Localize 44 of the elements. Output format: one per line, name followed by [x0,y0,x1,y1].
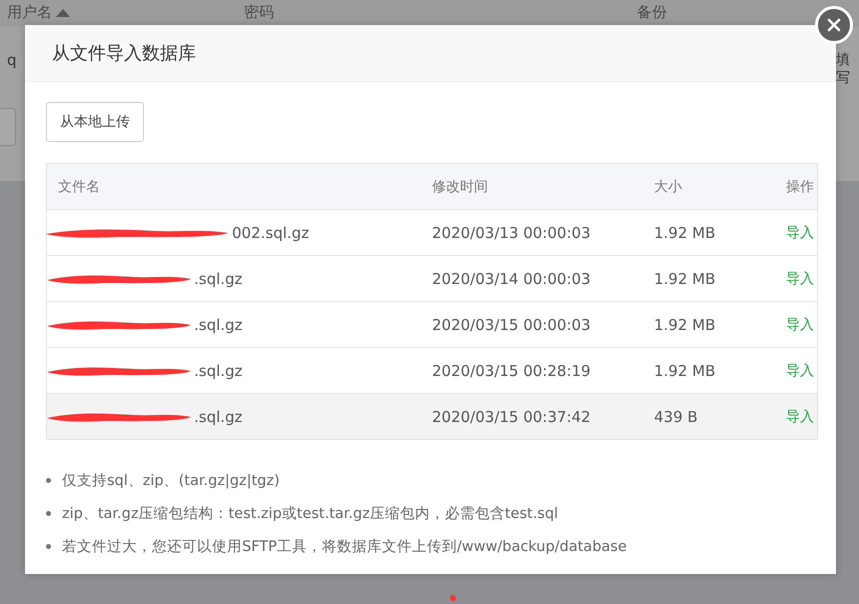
table-cell-text: 1.92 MB [654,316,716,334]
column-header: 文件名 [57,178,101,196]
table-cell-text: 439 B [654,408,699,426]
bullet-icon [46,544,51,549]
import-link[interactable]: 导入 [786,224,814,242]
button-edge[interactable] [0,108,16,146]
column-header: 大小 [654,178,683,196]
import-link[interactable]: 导入 [786,270,814,288]
table-row[interactable]: .sql.gz 2020/03/15 00:00:03 1.92 MB 导入 [47,301,817,347]
table-row[interactable]: .sql.gz 2020/03/15 00:37:42 439 B 导入 [47,393,817,439]
upload-button[interactable]: 从本地上传 [46,102,144,142]
column-header: 修改时间 [432,178,489,196]
table-cell: .sql.gz [194,408,242,426]
column-header[interactable]: 用户名 [7,3,70,22]
table-cell-text: 2020/03/13 00:00:03 [432,224,592,242]
column-header[interactable]: 密码 [244,3,274,22]
table-cell: 002.sql.gz [232,224,310,242]
note-text: 若文件过大，您还可以使用SFTP工具，将数据库文件上传到/www/backup/database [62,538,627,556]
table-cell: .sql.gz [194,316,242,334]
table-row[interactable]: .sql.gz 2020/03/14 00:00:03 1.92 MB 导入 [47,255,817,301]
table-cell-text: 1.92 MB [654,270,716,288]
close-icon [826,17,842,33]
bullet-icon [46,511,51,516]
table-cell-text: 1.92 MB [654,362,716,380]
table-cell-text: 2020/03/15 00:28:19 [432,362,592,380]
import-link[interactable]: 导入 [786,362,814,380]
table-cell-text: 1.92 MB [654,224,716,242]
table-row[interactable]: 002.sql.gz 2020/03/13 00:00:03 1.92 MB 导入 [47,209,817,255]
note-text: zip、tar.gz压缩包结构：test.zip或test.tar.gz压缩包内，必需包含test.sql [62,505,558,523]
table-cell: .sql.gz [194,362,242,380]
column-header[interactable]: 备份 [637,3,667,22]
import-link[interactable]: 导入 [786,316,814,334]
table-cell: q [7,51,17,69]
import-link[interactable]: 导入 [786,408,814,426]
table-cell: .sql.gz [194,270,242,288]
bullet-icon [46,478,51,483]
table-cell-text: 填写 [836,51,851,87]
note-text: 仅支持sql、zip、(tar.gz|gz|tgz) [62,472,280,490]
table-cell-text: 2020/03/14 00:00:03 [432,270,592,288]
table-cell-text: 2020/03/15 00:00:03 [432,316,592,334]
column-header: 操作 [785,178,814,196]
page-dot[interactable] [450,595,456,601]
dialog-title: 从文件导入数据库 [52,42,196,65]
table-cell-text: 2020/03/15 00:37:42 [432,408,592,426]
